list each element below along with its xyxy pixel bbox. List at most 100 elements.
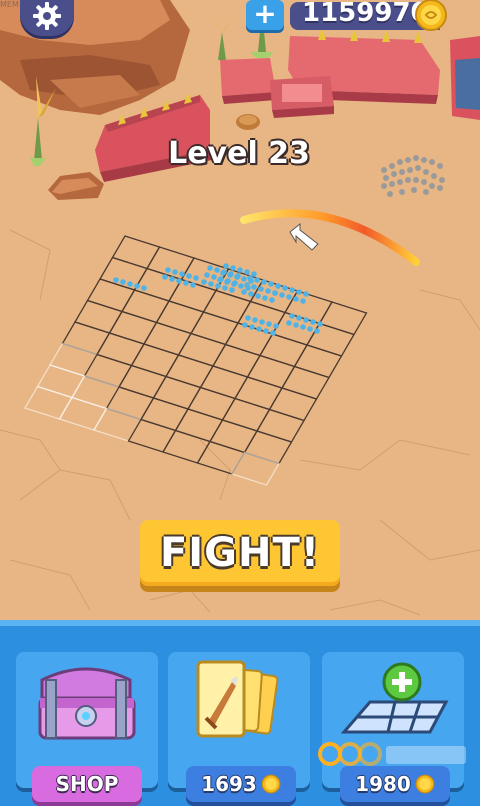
soldier <box>259 319 265 325</box>
soldier <box>176 278 182 284</box>
soldier <box>215 283 221 289</box>
soldier <box>183 280 189 286</box>
gear-icon <box>33 2 61 30</box>
fight-button-label: FIGHT! <box>159 530 321 576</box>
soldier <box>237 267 243 273</box>
shop-button[interactable]: SHOP <box>32 766 142 802</box>
settings-button[interactable] <box>20 0 74 36</box>
shop-card[interactable]: SHOP <box>16 652 158 802</box>
buy-tile-button[interactable]: 1980 <box>340 766 450 802</box>
soldier <box>234 274 240 280</box>
soldier <box>296 289 302 295</box>
soldier <box>268 281 274 287</box>
soldier <box>186 273 192 279</box>
soldier <box>279 292 285 298</box>
soldier <box>190 282 196 288</box>
soldier <box>303 317 309 323</box>
soldier <box>207 265 213 271</box>
soldier <box>165 267 171 273</box>
bottom-panel: SHOP 1693 1980 <box>0 620 480 806</box>
soldier <box>255 293 261 299</box>
soldier <box>214 267 220 273</box>
soldier <box>223 263 229 269</box>
coin-counter: + 1159970 <box>246 0 470 34</box>
soldier <box>169 276 175 282</box>
soldier <box>227 272 233 278</box>
soldier <box>220 270 226 276</box>
soldier <box>238 283 244 289</box>
soldier <box>248 291 254 297</box>
add-coins-button[interactable]: + <box>246 0 284 30</box>
soldier <box>179 271 185 277</box>
soldier <box>231 281 237 287</box>
soldier <box>286 294 292 300</box>
soldier <box>262 295 268 301</box>
soldier <box>289 287 295 293</box>
soldier <box>317 321 323 327</box>
soldier <box>193 275 199 281</box>
soldier <box>261 279 267 285</box>
shop-button-label: SHOP <box>55 772 119 796</box>
soldier <box>252 317 258 323</box>
soldier <box>273 323 279 329</box>
sword-card-icon <box>196 660 279 738</box>
soldier <box>314 328 320 334</box>
soldier <box>247 275 253 281</box>
soldier <box>263 328 269 334</box>
plus-icon: + <box>253 0 277 30</box>
soldier <box>222 285 228 291</box>
soldier <box>272 290 278 296</box>
buy-card-button[interactable]: 1693 <box>186 766 296 802</box>
soldier <box>244 269 250 275</box>
soldier <box>254 277 260 283</box>
coin-icon <box>415 774 435 794</box>
soldier <box>229 287 235 293</box>
soldier <box>293 296 299 302</box>
soldier <box>251 271 257 277</box>
soldier <box>265 288 271 294</box>
turtle <box>236 114 260 130</box>
soldier <box>120 279 126 285</box>
soldier <box>296 315 302 321</box>
soldier <box>217 277 223 283</box>
soldier <box>266 321 272 327</box>
soldier <box>127 281 133 287</box>
soldier <box>270 330 276 336</box>
soldier <box>293 322 299 328</box>
add-tiles-card[interactable]: 1980 <box>322 652 464 802</box>
soldier <box>275 283 281 289</box>
soldier <box>113 277 119 283</box>
soldier <box>245 315 251 321</box>
soldier <box>256 326 262 332</box>
soldier <box>224 279 230 285</box>
soldier <box>162 274 168 280</box>
coin-amount: 1159970 <box>302 0 429 28</box>
soldier <box>141 285 147 291</box>
soldier <box>310 319 316 325</box>
soldier <box>242 322 248 328</box>
soldier <box>244 282 250 288</box>
add-tile-icon <box>340 662 449 734</box>
soldier <box>300 324 306 330</box>
soldier <box>289 313 295 319</box>
soldier <box>241 276 247 282</box>
soldier <box>282 285 288 291</box>
soldier <box>211 274 217 280</box>
coin-icon <box>415 0 447 31</box>
soldier <box>269 297 275 303</box>
soldier <box>172 269 178 275</box>
soldier <box>251 284 257 290</box>
treasure-chest-icon <box>38 667 136 740</box>
unit-cards-card[interactable]: 1693 <box>168 652 310 802</box>
coin-icon <box>261 774 281 794</box>
soldier <box>286 320 292 326</box>
card-cost: 1693 <box>201 772 257 796</box>
soldier <box>258 286 264 292</box>
tile-cost: 1980 <box>355 772 411 796</box>
soldier <box>134 283 140 289</box>
soldier <box>204 272 210 278</box>
soldier <box>307 326 313 332</box>
soldier <box>241 289 247 295</box>
soldier <box>249 324 255 330</box>
fight-button[interactable]: FIGHT! <box>140 520 340 586</box>
